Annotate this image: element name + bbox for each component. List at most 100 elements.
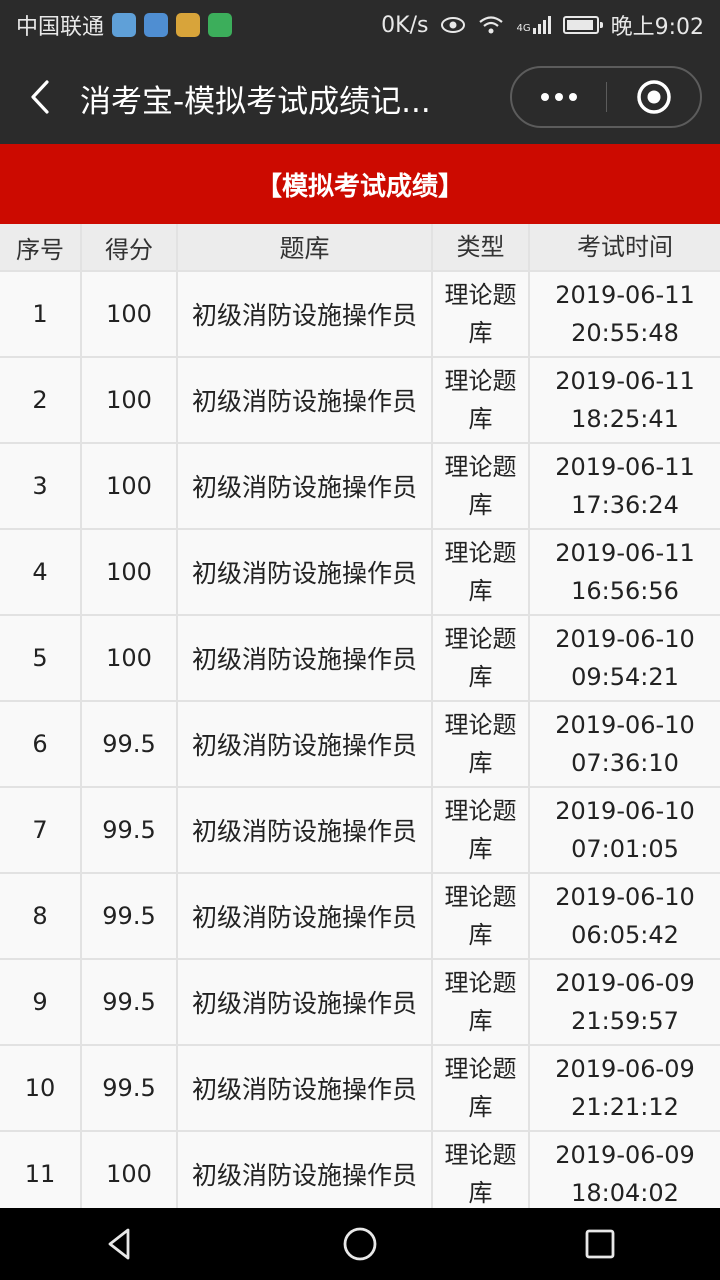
header-score: 得分 [82, 224, 178, 270]
row-date: 2019-06-10 [555, 625, 695, 653]
status-bar: 中国联通 0K/s 4G 晚上9:02 [0, 0, 720, 50]
row-date: 2019-06-10 [555, 797, 695, 825]
row-date: 2019-06-11 [555, 453, 695, 481]
row-type: 理论题库 [433, 788, 530, 872]
row-bank: 初级消防设施操作员 [178, 444, 433, 528]
row-date: 2019-06-11 [555, 367, 695, 395]
score-table: 序号 得分 题库 类型 考试时间 1 100 初级消防设施操作员 理论题库 2019-0… [0, 224, 720, 1218]
row-score: 99.5 [82, 1046, 178, 1130]
row-bank: 初级消防设施操作员 [178, 530, 433, 614]
nav-back-icon[interactable] [100, 1224, 140, 1264]
page-title: 消考宝-模拟考试成绩记... [80, 84, 431, 120]
nav-bar: 消考宝-模拟考试成绩记... [0, 50, 720, 144]
system-nav-bar [0, 1208, 720, 1280]
row-type: 理论题库 [433, 444, 530, 528]
row-date: 2019-06-11 [555, 281, 695, 309]
header-time: 考试时间 [577, 233, 673, 261]
row-bank: 初级消防设施操作员 [178, 874, 433, 958]
status-right: 0K/s 4G 晚上9:02 [381, 9, 704, 41]
row-clock: 16:56:56 [571, 577, 679, 605]
row-no: 6 [0, 702, 82, 786]
row-time: 2019-06-11 16:56:56 [530, 530, 720, 614]
row-time: 2019-06-11 17:36:24 [530, 444, 720, 528]
row-date: 2019-06-09 [555, 1055, 695, 1083]
table-row[interactable]: 9 99.5 初级消防设施操作员 理论题库 2019-06-09 21:59:57 [0, 960, 720, 1046]
row-clock: 21:59:57 [571, 1007, 679, 1035]
row-time: 2019-06-10 06:05:42 [530, 874, 720, 958]
row-type: 理论题库 [433, 702, 530, 786]
more-button[interactable] [512, 68, 606, 126]
table-row[interactable]: 4 100 初级消防设施操作员 理论题库 2019-06-11 16:56:56 [0, 530, 720, 616]
header-no: 序号 [0, 224, 82, 270]
row-time: 2019-06-11 18:25:41 [530, 358, 720, 442]
table-row[interactable]: 1 100 初级消防设施操作员 理论题库 2019-06-11 20:55:48 [0, 272, 720, 358]
table-row[interactable]: 2 100 初级消防设施操作员 理论题库 2019-06-11 18:25:41 [0, 358, 720, 444]
row-no: 10 [0, 1046, 82, 1130]
close-button[interactable] [608, 68, 700, 126]
table-row[interactable]: 11 100 初级消防设施操作员 理论题库 2019-06-09 18:04:02 [0, 1132, 720, 1218]
row-clock: 18:25:41 [571, 405, 679, 433]
row-no: 9 [0, 960, 82, 1044]
row-bank: 初级消防设施操作员 [178, 702, 433, 786]
table-row[interactable]: 5 100 初级消防设施操作员 理论题库 2019-06-10 09:54:21 [0, 616, 720, 702]
row-bank: 初级消防设施操作员 [178, 616, 433, 700]
banner-title: 【模拟考试成绩】 [255, 171, 464, 202]
row-no: 11 [0, 1132, 82, 1216]
net-speed-text: 0K/s [381, 12, 429, 38]
table-row[interactable]: 6 99.5 初级消防设施操作员 理论题库 2019-06-10 07:36:10 [0, 702, 720, 788]
row-type: 理论题库 [433, 874, 530, 958]
row-no: 4 [0, 530, 82, 614]
carrier-text: 中国联通 [16, 15, 105, 40]
table-row[interactable]: 7 99.5 初级消防设施操作员 理论题库 2019-06-10 07:01:05 [0, 788, 720, 874]
row-time: 2019-06-10 07:36:10 [530, 702, 720, 786]
table-row[interactable]: 8 99.5 初级消防设施操作员 理论题库 2019-06-10 06:05:42 [0, 874, 720, 960]
row-score: 100 [82, 444, 178, 528]
row-time: 2019-06-09 21:59:57 [530, 960, 720, 1044]
eye-icon [441, 17, 466, 33]
row-clock: 17:36:24 [571, 491, 679, 519]
row-type: 理论题库 [433, 960, 530, 1044]
row-clock: 06:05:42 [571, 921, 679, 949]
row-clock: 07:36:10 [571, 749, 679, 777]
capsule-divider [606, 82, 607, 112]
row-time: 2019-06-09 21:21:12 [530, 1046, 720, 1130]
table-row[interactable]: 3 100 初级消防设施操作员 理论题库 2019-06-11 17:36:24 [0, 444, 720, 530]
row-score: 99.5 [82, 874, 178, 958]
row-score: 99.5 [82, 702, 178, 786]
row-score: 99.5 [82, 960, 178, 1044]
row-score: 100 [82, 530, 178, 614]
row-type: 理论题库 [433, 272, 530, 356]
row-bank: 初级消防设施操作员 [178, 1046, 433, 1130]
row-no: 2 [0, 358, 82, 442]
row-time: 2019-06-11 20:55:48 [530, 272, 720, 356]
row-bank: 初级消防设施操作员 [178, 1132, 433, 1216]
row-type: 理论题库 [433, 358, 530, 442]
row-clock: 09:54:21 [571, 663, 679, 691]
row-date: 2019-06-10 [555, 711, 695, 739]
row-no: 1 [0, 272, 82, 356]
row-score: 99.5 [82, 788, 178, 872]
target-close-icon [637, 80, 671, 114]
more-icon [541, 93, 549, 101]
row-bank: 初级消防设施操作员 [178, 272, 433, 356]
status-left: 中国联通 [16, 9, 233, 41]
nav-home-icon[interactable] [340, 1224, 380, 1264]
row-score: 100 [82, 358, 178, 442]
row-no: 3 [0, 444, 82, 528]
back-button[interactable] [20, 74, 60, 120]
row-type: 理论题库 [433, 1046, 530, 1130]
header-type: 类型 [433, 224, 530, 270]
row-score: 100 [82, 1132, 178, 1216]
row-score: 100 [82, 616, 178, 700]
row-date: 2019-06-10 [555, 883, 695, 911]
row-clock: 07:01:05 [571, 835, 679, 863]
row-type: 理论题库 [433, 616, 530, 700]
signal-icon: 4G [516, 16, 551, 34]
table-row[interactable]: 10 99.5 初级消防设施操作员 理论题库 2019-06-09 21:21:12 [0, 1046, 720, 1132]
row-no: 8 [0, 874, 82, 958]
nav-recent-icon[interactable] [580, 1224, 620, 1264]
row-type: 理论题库 [433, 530, 530, 614]
battery-icon [562, 16, 603, 34]
row-bank: 初级消防设施操作员 [178, 788, 433, 872]
row-clock: 20:55:48 [571, 319, 679, 347]
